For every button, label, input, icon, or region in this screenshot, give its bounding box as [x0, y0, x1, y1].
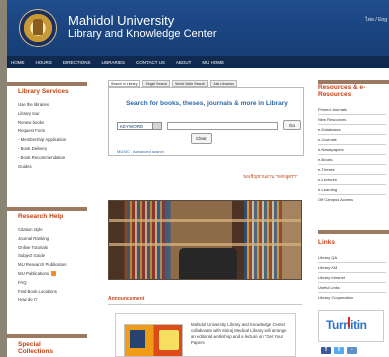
resource-link[interactable]: Off Campus Access [318, 195, 386, 204]
library-shelves-photo[interactable] [108, 200, 302, 280]
library-service-link[interactable]: - Membership Application [18, 136, 92, 145]
special-collections-title: Special Collections [18, 341, 54, 355]
resource-link[interactable]: e-Theses [318, 165, 386, 174]
links-section: Links Library QA Library KM Library Intr… [318, 239, 386, 302]
link-item[interactable]: Library QA [318, 253, 386, 262]
social-link-icon[interactable]: · [347, 347, 357, 354]
links-divider [318, 230, 389, 234]
clear-button[interactable]: Clear [191, 133, 212, 144]
link-item[interactable]: Library KM [318, 263, 386, 272]
research-help-section: Research Help Citation style Journal Ran… [18, 213, 92, 305]
thai-promo-link[interactable]: ขอเชิญชวนอ่าน "หลักสูตรฯ" [243, 173, 298, 180]
library-service-link[interactable]: Library tour [18, 110, 92, 119]
tab-single-search[interactable]: Single Search [142, 80, 171, 87]
library-service-link[interactable]: Guides [18, 163, 92, 172]
book-shelf [244, 201, 282, 279]
tab-search-in-library[interactable]: Search in Library [108, 80, 141, 87]
research-help-link[interactable]: FAQ [18, 279, 92, 288]
nav-directions[interactable]: DIRECTIONS [63, 60, 91, 65]
link-item[interactable]: Library Cooperation [318, 293, 386, 302]
special-collections-divider [7, 334, 87, 338]
university-logo[interactable] [19, 9, 57, 47]
right-sidebar: Resources & e-Resources Printed Journals… [318, 84, 386, 204]
research-help-link[interactable]: MU Research Publication [18, 261, 92, 270]
announcement-card[interactable]: Mahidol University Library and Knowledge… [115, 313, 296, 357]
announcement-title: Announcement [108, 296, 145, 302]
research-help-link[interactable]: Journal Ranking [18, 235, 92, 244]
research-help-link[interactable]: Online Tutorials [18, 244, 92, 253]
research-help-link[interactable]: Find Book Locations [18, 288, 92, 297]
resource-link[interactable]: New Resources [318, 115, 386, 124]
research-help-divider [7, 207, 87, 211]
display-table [179, 248, 237, 279]
resource-link[interactable]: e-Newspapers [318, 145, 386, 154]
shelf-line [109, 219, 301, 222]
nav-contact-us[interactable]: CONTACT US [136, 60, 165, 65]
resource-link[interactable]: e-Journals [318, 135, 386, 144]
library-homepage: Mahidol University Library and Knowledge… [7, 0, 389, 357]
library-services-title: Library Services [18, 88, 69, 95]
resource-link[interactable]: e-Learning [318, 185, 386, 194]
resource-link[interactable]: e-Books [318, 155, 386, 164]
left-sidebar: Library Services Use the libraries Libra… [18, 82, 92, 171]
tab-ask-librarian[interactable]: Ask Librarian [210, 80, 237, 87]
site-title[interactable]: Mahidol University [68, 14, 174, 28]
nav-hours[interactable]: HOURS [36, 60, 52, 65]
search-title: Search for books, theses, journals & mor… [126, 100, 288, 107]
library-service-link[interactable]: Request Form [18, 127, 92, 136]
nav-mu-home[interactable]: MU HOME [202, 60, 224, 65]
research-help-title: Research Help [18, 213, 64, 220]
announcement-thumbnail[interactable] [124, 324, 183, 357]
nav-about[interactable]: ABOUT [176, 60, 192, 65]
research-help-link[interactable]: Subject Guide [18, 252, 92, 261]
links-title: Links [318, 239, 335, 246]
book-shelf [127, 201, 165, 279]
resource-link[interactable]: e-Databases [318, 125, 386, 134]
site-header: Mahidol University Library and Knowledge… [7, 0, 389, 56]
nav-libraries[interactable]: LIBRARIES [102, 60, 126, 65]
search-tabs: Search in Library Single Search World Wi… [108, 80, 306, 87]
go-button[interactable]: Go [283, 120, 301, 130]
language-switch[interactable]: ไทย / Eng [365, 16, 387, 24]
research-help-link[interactable]: Citation style [18, 226, 92, 235]
research-help-link[interactable]: MU Publications [18, 270, 92, 279]
twitter-icon[interactable]: t [334, 347, 344, 354]
search-input[interactable] [167, 122, 278, 130]
top-navigation: HOME HOURS DIRECTIONS LIBRARIES CONTACT … [7, 56, 389, 68]
rss-icon [51, 270, 57, 276]
announcement-divider [108, 304, 302, 305]
turnitin-banner[interactable]: Turnitin l [318, 310, 384, 342]
facebook-icon[interactable]: f [321, 347, 331, 354]
search-type-select[interactable]: KEYWORD [117, 122, 162, 130]
library-service-link[interactable]: Renew books [18, 119, 92, 128]
site-subtitle[interactable]: Library and Knowledge Center [68, 28, 217, 40]
resources-title: Resources & e-Resources [318, 84, 366, 98]
library-service-link[interactable]: - Book Recommendation [18, 154, 92, 163]
library-service-link[interactable]: - Book Delivery [18, 145, 92, 154]
research-help-link[interactable]: How do I? [18, 296, 92, 305]
nav-home[interactable]: HOME [11, 60, 25, 65]
announcement-text[interactable]: Mahidol University Library and Knowledge… [191, 322, 291, 346]
library-service-link[interactable]: Use the libraries [18, 101, 92, 110]
shelf-line [109, 243, 301, 246]
mu-publications-label: MU Publications [18, 270, 50, 276]
library-search-panel: Search for books, theses, journals & mor… [108, 87, 304, 156]
tab-world-wide-search[interactable]: World Wide Search [172, 80, 209, 87]
link-item[interactable]: Useful Links [318, 283, 386, 292]
resource-link[interactable]: Printed Journals [318, 105, 386, 114]
resource-link[interactable]: e-Lectures [318, 175, 386, 184]
turnitin-logo-icon: l [347, 314, 351, 330]
advanced-search-link[interactable]: MUSIC : Advanced search [117, 149, 164, 154]
link-item[interactable]: Library Intranet [318, 273, 386, 282]
